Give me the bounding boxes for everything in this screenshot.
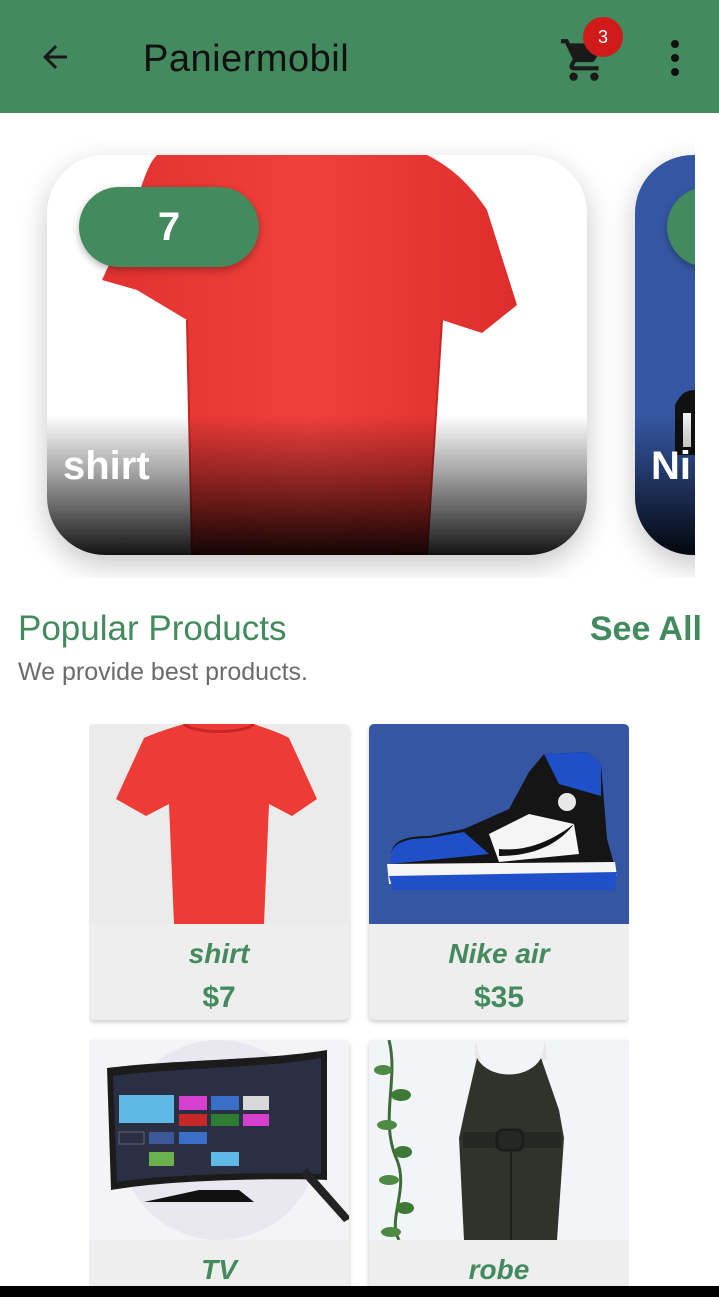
product-name: shirt <box>188 938 250 969</box>
product-price: $7 <box>202 981 236 1014</box>
arrow-left-icon <box>43 45 67 69</box>
carousel-slide[interactable]: Ni <box>635 155 695 555</box>
app-bar: Paniermobil 3 <box>0 0 719 113</box>
product-name: robe <box>468 1254 530 1285</box>
product-image <box>369 724 629 924</box>
product-image <box>89 724 349 924</box>
product-image <box>369 1040 629 1240</box>
product-card[interactable]: TV <box>89 1040 349 1286</box>
black-jumpsuit-image <box>374 1040 564 1240</box>
section-title: Popular Products <box>18 609 287 648</box>
product-image <box>89 1040 349 1240</box>
featured-carousel[interactable]: 7 shirt Ni <box>0 113 695 578</box>
slide-count-badge: 7 <box>79 187 259 267</box>
sneaker-image <box>387 752 617 890</box>
cart-count-badge: 3 <box>583 17 623 57</box>
red-tshirt-image <box>116 724 317 924</box>
product-name: TV <box>201 1254 237 1285</box>
carousel-slide[interactable]: 7 shirt <box>47 155 587 555</box>
product-card[interactable]: robe <box>369 1040 629 1286</box>
smart-tv-image <box>107 1040 349 1240</box>
slide-title: Ni <box>651 444 691 488</box>
product-price: $35 <box>473 981 525 1014</box>
more-vertical-icon <box>671 40 679 48</box>
slide-title: shirt <box>63 444 150 488</box>
product-grid: shirt $7 Nike air $35 TV robe <box>89 724 629 1286</box>
product-card[interactable]: shirt $7 <box>89 724 349 1020</box>
back-button[interactable] <box>30 32 80 82</box>
more-options-button[interactable] <box>660 36 690 80</box>
product-card[interactable]: Nike air $35 <box>369 724 629 1020</box>
product-name: Nike air <box>448 938 550 969</box>
see-all-link[interactable]: See All <box>590 608 702 650</box>
system-navigation-bar <box>0 1286 719 1297</box>
section-subtitle: We provide best products. <box>18 658 308 686</box>
app-title: Paniermobil <box>143 38 350 80</box>
